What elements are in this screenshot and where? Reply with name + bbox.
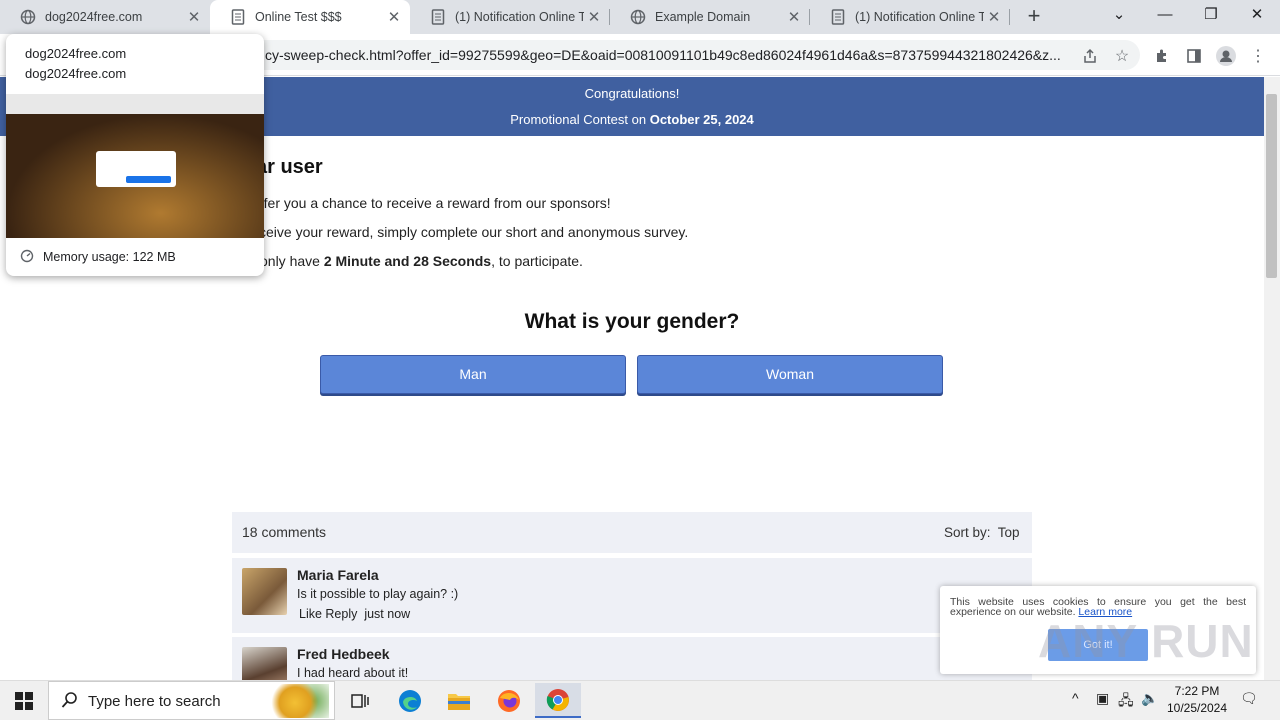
comment-meta: Like Reply just now [299,607,410,621]
tab-online-test[interactable]: Online Test $$$ ✕ [210,0,410,34]
comment-item: Fred Hedbeek I had heard about it! [232,637,1032,680]
url-text[interactable]: cy-sweep-check.html?offer_id=99275599&ge… [265,47,1075,63]
bookmark-star-icon[interactable]: ☆ [1111,45,1133,67]
comment-item: Maria Farela Is it possible to play agai… [232,558,1032,633]
tab-divider [1009,9,1010,25]
woman-button[interactable]: Woman [637,355,943,394]
chrome-icon[interactable] [535,683,581,718]
document-icon [430,9,446,25]
avatar [242,568,287,615]
sort-label: Sort by: [944,525,991,540]
tray-app-icon[interactable]: ▣ [1096,690,1109,707]
greeting-heading: ar user [256,156,323,178]
tab-title: Example Domain [655,10,751,24]
tab-title: Online Test $$$ [255,10,342,24]
comment-text: Is it possible to play again? :) [297,587,459,601]
tab-hover-card: dog2024free.com dog2024free.com Memory u… [6,34,264,276]
document-icon [830,9,846,25]
task-view-icon[interactable] [337,683,383,718]
tab-search-chevron-icon[interactable]: ⌄ [1096,0,1142,30]
globe-icon [630,9,646,25]
timer-countdown: 2 Minute and 28 Seconds [323,253,492,269]
restore-button[interactable]: ❐ [1188,0,1234,30]
like-reply-links[interactable]: Like Reply [299,607,357,621]
volume-icon[interactable]: 🔈 [1141,690,1158,707]
tab-title: (1) Notification Online Te [855,10,984,24]
banner-date: October 25, 2024 [649,112,754,127]
tab-notification-2[interactable]: (1) Notification Online Te ✕ [810,0,1010,34]
tray-chevron-up-icon[interactable]: ^ [1072,690,1079,706]
preview-header [6,94,264,114]
hover-card-title: dog2024free.com [25,46,127,61]
clock-time: 7:22 PM [1174,684,1220,698]
notification-icon[interactable]: 🗨 [1240,690,1258,707]
timer-prefix: only have [260,253,324,269]
preview-dialog-button [126,176,171,183]
comment-author: Fred Hedbeek [297,646,390,662]
sort-control[interactable]: Sort by: Top [944,525,1020,540]
sort-value[interactable]: Top [998,525,1020,540]
network-icon[interactable]: 🖧 [1118,690,1134,714]
close-icon[interactable]: ✕ [584,8,604,26]
tab-title: (1) Notification Online Te [455,10,584,24]
menu-kebab-icon[interactable]: ⋮ [1247,45,1269,67]
survey-question: What is your gender? [524,310,740,333]
banner-subtitle-prefix: Promotional Contest on [510,112,650,127]
tab-example-domain[interactable]: Example Domain ✕ [610,0,810,34]
survey-paragraph: ceive your reward, simply complete our s… [259,224,689,240]
taskbar-search[interactable]: Type here to search [48,681,335,720]
offer-paragraph: ffer you a chance to receive a reward fr… [260,195,611,211]
tab-notification-1[interactable]: (1) Notification Online Te ✕ [410,0,610,34]
search-icon [61,691,79,714]
comments-header [232,512,1032,553]
comments-count: 18 comments [242,524,327,540]
new-tab-button[interactable]: + [1022,4,1046,28]
globe-icon [20,9,36,25]
tab-preview-thumbnail [6,94,264,238]
close-icon[interactable]: ✕ [984,8,1004,26]
minimize-button[interactable]: — [1142,0,1188,30]
comment-author: Maria Farela [297,567,379,583]
edge-icon[interactable] [387,683,433,718]
document-icon [230,9,246,25]
tab-title: dog2024free.com [45,10,143,24]
hover-card-domain: dog2024free.com [25,66,127,81]
extensions-icon[interactable] [1151,45,1173,67]
man-button[interactable]: Man [320,355,626,394]
tab-dog2024free[interactable]: dog2024free.com ✕ [0,0,210,34]
search-highlight-icon [267,684,329,718]
firefox-icon[interactable] [486,683,532,718]
close-icon[interactable]: ✕ [184,8,204,26]
side-panel-icon[interactable] [1183,45,1205,67]
memory-usage: Memory usage: 122 MB [43,250,176,264]
comment-text: I had heard about it! [297,666,409,680]
timer-suffix: , to participate. [491,253,583,269]
close-icon[interactable]: ✕ [384,8,404,26]
search-placeholder: Type here to search [88,693,221,710]
clock-date: 10/25/2024 [1166,701,1228,715]
close-window-button[interactable]: ✕ [1234,0,1280,30]
file-explorer-icon[interactable] [436,683,482,718]
scrollbar-thumb[interactable] [1266,94,1277,278]
comment-time: just now [364,607,411,621]
windows-start-icon[interactable] [1,683,47,718]
close-icon[interactable]: ✕ [784,8,804,26]
taskbar-clock[interactable]: 7:22 PM 10/25/2024 [1160,683,1234,717]
profile-avatar-icon[interactable] [1215,45,1237,67]
anyrun-watermark: ANY RUN [1038,615,1254,667]
avatar [242,647,287,680]
share-icon[interactable] [1079,45,1101,67]
memory-gauge-icon [20,249,34,268]
timer-paragraph: only have 2 Minute and 28 Seconds, to pa… [260,253,583,269]
